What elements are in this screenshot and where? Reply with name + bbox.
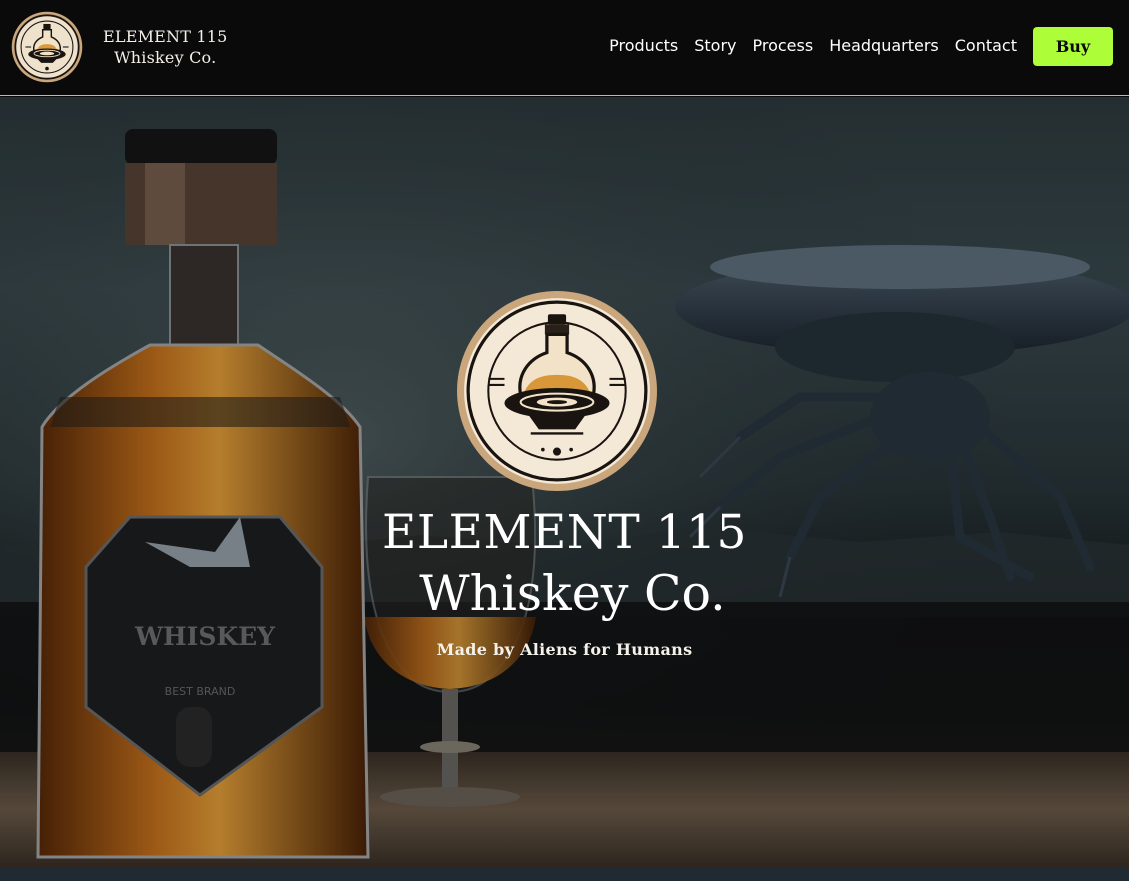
hero-tagline: Made by Aliens for Humans (436, 640, 693, 659)
brand-line-1: ELEMENT 115 (103, 27, 228, 46)
hero-title-line-1: ELEMENT 115 (382, 505, 747, 560)
hero-title-line-2: Whiskey Co. (419, 565, 726, 622)
main-nav: Products Story Process Headquarters Cont… (609, 36, 1017, 56)
next-section-edge (0, 867, 1129, 881)
hero-logo-icon (457, 291, 657, 491)
brand-logo-icon (11, 11, 83, 83)
nav-link-contact[interactable]: Contact (955, 36, 1017, 56)
brand-home-link[interactable]: ELEMENT 115 Whiskey Co. (11, 11, 228, 83)
brand-name: ELEMENT 115 Whiskey Co. (103, 26, 228, 68)
nav-link-story[interactable]: Story (694, 36, 736, 56)
buy-button[interactable]: Buy (1033, 27, 1113, 66)
nav-link-headquarters[interactable]: Headquarters (829, 36, 939, 56)
nav-link-products[interactable]: Products (609, 36, 678, 56)
brand-line-2: Whiskey Co. (114, 48, 217, 67)
top-navbar: ELEMENT 115 Whiskey Co. Products Story P… (0, 0, 1129, 96)
nav-link-process[interactable]: Process (753, 36, 814, 56)
hero-section: WHISKEY BEST BRAND ELEMENT 115 Whiskey C… (0, 97, 1129, 867)
